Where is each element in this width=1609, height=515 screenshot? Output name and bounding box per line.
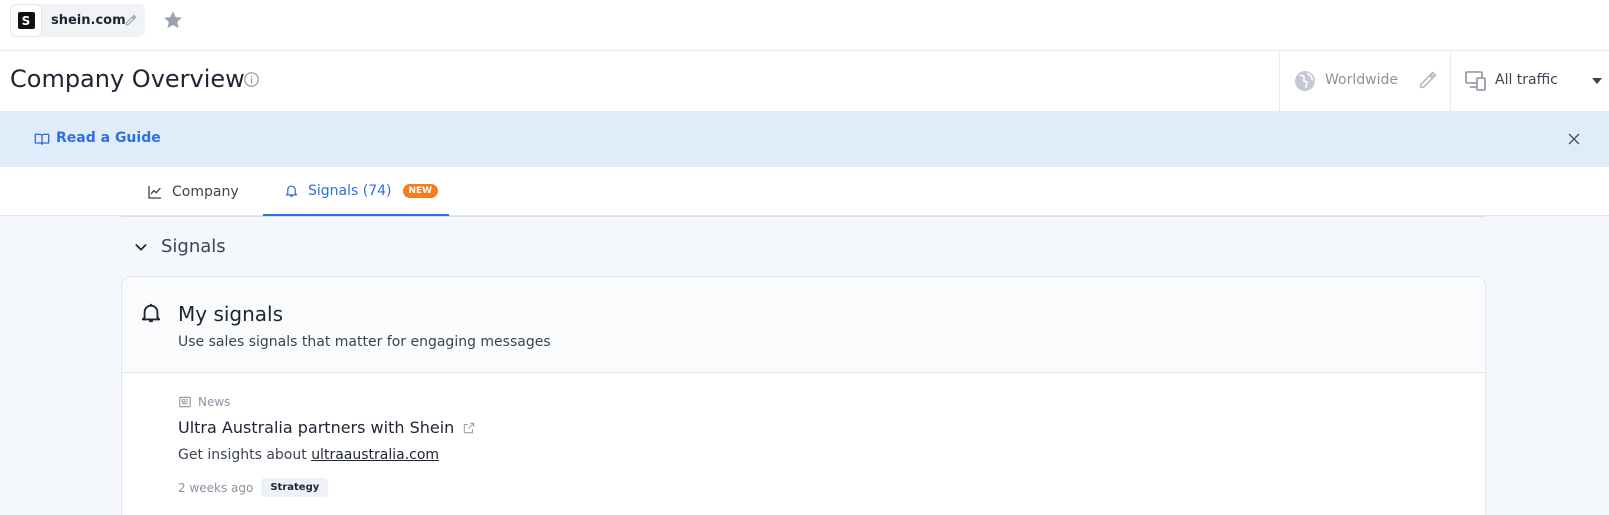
- chevron-down-icon: [1592, 78, 1602, 84]
- newspaper-icon: [179, 396, 191, 408]
- bell-icon: [285, 185, 298, 197]
- chevron-down-icon: [135, 243, 147, 251]
- signal-headline-link[interactable]: Ultra Australia partners with Shein: [178, 418, 476, 437]
- chart-line-icon: [148, 185, 161, 199]
- tab-company[interactable]: Company: [147, 167, 239, 216]
- globe-icon: [1295, 71, 1315, 91]
- signal-insights: Get insights about ultraaustralia.com: [178, 447, 476, 463]
- divider: [121, 216, 1486, 217]
- site-favicon: S: [10, 4, 42, 37]
- domain-name: shein.com: [51, 13, 126, 28]
- signal-meta: 2 weeks ago Strategy: [178, 478, 476, 497]
- page-header: Company Overview Worldwide All traffic: [0, 51, 1609, 111]
- guide-banner: Read a Guide: [0, 111, 1609, 167]
- external-link-icon: [464, 422, 475, 433]
- card-title: My signals: [178, 302, 284, 326]
- signal-tag: Strategy: [261, 478, 329, 497]
- pencil-icon[interactable]: [124, 13, 138, 27]
- tab-signals[interactable]: Signals (74) NEW: [263, 167, 449, 216]
- tab-bar: Company Signals (74) NEW: [0, 167, 1609, 216]
- section-title: Signals: [161, 236, 226, 257]
- top-bar: S shein.com: [0, 0, 1609, 51]
- signal-time: 2 weeks ago: [178, 480, 254, 495]
- favicon-letter: S: [17, 12, 35, 29]
- card-header: My signals Use sales signals that matter…: [122, 277, 1485, 373]
- signals-section-toggle[interactable]: Signals: [133, 236, 226, 257]
- info-icon[interactable]: [243, 71, 260, 88]
- pencil-icon[interactable]: [1417, 69, 1439, 91]
- traffic-label: All traffic: [1495, 72, 1558, 88]
- signal-headline: Ultra Australia partners with Shein: [178, 418, 455, 437]
- read-guide-link[interactable]: Read a Guide: [56, 130, 161, 146]
- country-selector[interactable]: Worldwide: [1279, 51, 1450, 111]
- country-label: Worldwide: [1325, 72, 1398, 88]
- tab-label: Company: [172, 183, 239, 200]
- page-title: Company Overview: [10, 65, 245, 93]
- signal-source-label: News: [198, 395, 231, 409]
- close-icon[interactable]: [1567, 132, 1581, 146]
- book-icon: [34, 133, 50, 145]
- devices-icon: [1465, 71, 1486, 91]
- signals-card: My signals Use sales signals that matter…: [121, 276, 1486, 515]
- tab-label: Signals (74): [308, 182, 392, 199]
- signal-source: News: [178, 395, 476, 409]
- signal-item: News Ultra Australia partners with Shein…: [178, 395, 476, 497]
- insights-domain-link[interactable]: ultraaustralia.com: [311, 447, 439, 463]
- new-badge: NEW: [402, 183, 439, 198]
- star-icon[interactable]: [162, 9, 184, 31]
- card-subtitle: Use sales signals that matter for engagi…: [178, 334, 551, 350]
- bell-icon: [141, 303, 161, 323]
- domain-selector[interactable]: S shein.com: [10, 4, 145, 37]
- traffic-selector[interactable]: All traffic: [1450, 51, 1609, 111]
- insights-prefix: Get insights about: [178, 447, 312, 463]
